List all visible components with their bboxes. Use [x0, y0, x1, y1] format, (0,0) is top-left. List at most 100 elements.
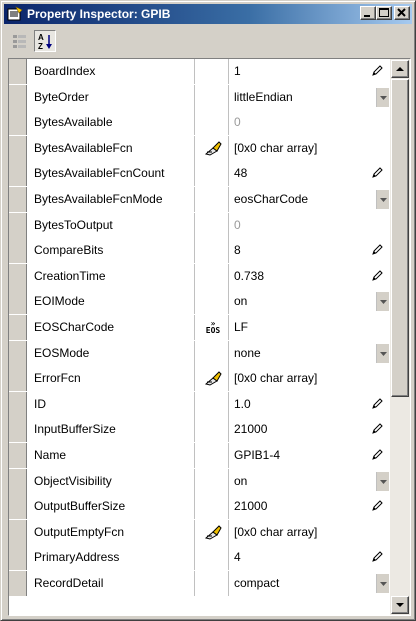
- window-title: Property Inspector: GPIB: [27, 7, 171, 21]
- property-value[interactable]: 4: [229, 545, 389, 571]
- pencil-edit-icon[interactable]: [371, 65, 383, 77]
- property-row[interactable]: ObjectVisibility on: [9, 468, 389, 494]
- property-value-text: 21000: [234, 499, 268, 514]
- property-row[interactable]: EOSMode none: [9, 340, 389, 366]
- property-row[interactable]: BytesAvailable 0: [9, 110, 389, 136]
- pencil-edit-icon[interactable]: [371, 423, 383, 435]
- property-row[interactable]: BytesAvailableFcnMode eosCharCode: [9, 187, 389, 212]
- property-value-text: compact: [234, 576, 280, 590]
- property-row[interactable]: BytesAvailableFcnCount 48: [9, 161, 389, 187]
- property-row[interactable]: ID 1.0: [9, 391, 389, 417]
- row-gutter: [9, 494, 27, 520]
- minimize-button[interactable]: [360, 6, 376, 20]
- property-value[interactable]: eosCharCode: [229, 187, 389, 212]
- row-gutter: [9, 315, 27, 340]
- row-gutter: [9, 161, 27, 187]
- close-icon: [397, 8, 406, 17]
- property-value[interactable]: on: [229, 468, 389, 494]
- pencil-edit-icon[interactable]: [371, 398, 383, 410]
- property-value[interactable]: 8: [229, 238, 389, 264]
- dropdown-button[interactable]: [376, 292, 389, 312]
- categorized-view-button[interactable]: [9, 30, 31, 52]
- property-value[interactable]: none: [229, 340, 389, 366]
- property-value[interactable]: [0x0 char array]: [229, 366, 389, 392]
- property-button-cell: [195, 340, 229, 366]
- property-row[interactable]: EOSCharCode » EOS LF: [9, 315, 389, 340]
- dropdown-button[interactable]: [376, 190, 389, 209]
- property-name: OutputBufferSize: [27, 494, 195, 520]
- property-inspector-window: Property Inspector: GPIB A Z BoardIndex …: [0, 0, 416, 621]
- property-name: CompareBits: [27, 238, 195, 264]
- property-value-text: littleEndian: [234, 89, 293, 104]
- pencil-edit-icon[interactable]: [371, 270, 383, 282]
- property-value[interactable]: LF: [229, 315, 389, 340]
- row-gutter: [9, 468, 27, 494]
- property-name: CreationTime: [27, 263, 195, 289]
- pencil-edit-icon[interactable]: [371, 167, 383, 179]
- property-button-cell: [195, 59, 229, 84]
- property-row[interactable]: Name GPIB1-4: [9, 443, 389, 468]
- close-button[interactable]: [394, 6, 410, 20]
- property-row[interactable]: BoardIndex 1: [9, 59, 389, 84]
- property-name: RecordDetail: [27, 571, 195, 596]
- property-value[interactable]: 1.0: [229, 391, 389, 417]
- property-list: BoardIndex 1 ByteOrder littleEndian BytesAva…: [9, 59, 389, 615]
- property-name: ByteOrder: [27, 84, 195, 110]
- property-value[interactable]: [0x0 char array]: [229, 135, 389, 161]
- property-row[interactable]: PrimaryAddress 4: [9, 545, 389, 571]
- property-row[interactable]: BytesToOutput 0: [9, 212, 389, 238]
- dropdown-button[interactable]: [376, 574, 389, 593]
- property-row[interactable]: CreationTime 0.738: [9, 263, 389, 289]
- scroll-up-button[interactable]: [391, 60, 409, 78]
- property-value[interactable]: littleEndian: [229, 84, 389, 110]
- property-value[interactable]: on: [229, 289, 389, 315]
- property-value[interactable]: GPIB1-4: [229, 443, 389, 468]
- property-value[interactable]: [0x0 char array]: [229, 519, 389, 545]
- property-value[interactable]: 21000: [229, 494, 389, 520]
- chevron-down-icon: [380, 198, 387, 202]
- maximize-button[interactable]: [376, 6, 392, 20]
- sort-alphabetical-button[interactable]: A Z: [34, 30, 56, 52]
- callback-editor-icon[interactable]: [204, 524, 222, 540]
- property-value-text: on: [234, 473, 248, 488]
- property-name: BytesAvailableFcn: [27, 135, 195, 161]
- minimize-icon: [364, 15, 370, 17]
- property-row[interactable]: ByteOrder littleEndian: [9, 84, 389, 110]
- scrollbar-thumb[interactable]: [391, 79, 409, 397]
- property-row[interactable]: OutputBufferSize 21000: [9, 494, 389, 520]
- dropdown-button[interactable]: [376, 343, 389, 363]
- property-value[interactable]: 48: [229, 161, 389, 187]
- property-row[interactable]: EOIMode on: [9, 289, 389, 315]
- dropdown-button[interactable]: [376, 87, 389, 107]
- callback-editor-icon[interactable]: [204, 370, 222, 386]
- pencil-edit-icon[interactable]: [371, 449, 383, 461]
- property-row[interactable]: RecordDetail compact: [9, 571, 389, 596]
- vertical-scrollbar[interactable]: [390, 59, 410, 615]
- callback-editor-icon[interactable]: [204, 140, 222, 156]
- property-button-cell: [195, 289, 229, 315]
- eos-char-code-icon[interactable]: » EOS: [203, 320, 223, 335]
- sort-alphabetical-icon: A Z: [38, 33, 52, 51]
- scroll-down-button[interactable]: [391, 596, 409, 614]
- title-bar[interactable]: Property Inspector: GPIB: [4, 4, 412, 24]
- property-button-cell: [195, 161, 229, 187]
- pencil-edit-icon[interactable]: [371, 500, 383, 512]
- row-gutter: [9, 417, 27, 443]
- property-value[interactable]: 0.738: [229, 263, 389, 289]
- dropdown-button[interactable]: [376, 471, 389, 491]
- pencil-edit-icon[interactable]: [371, 244, 383, 256]
- property-value[interactable]: 1: [229, 59, 389, 84]
- property-inspector-app-icon: [7, 6, 23, 21]
- property-row[interactable]: InputBufferSize 21000: [9, 417, 389, 443]
- property-value[interactable]: compact: [229, 571, 389, 596]
- row-gutter: [9, 110, 27, 136]
- property-value[interactable]: 21000: [229, 417, 389, 443]
- arrow-up-icon: [396, 67, 404, 71]
- property-row[interactable]: BytesAvailableFcn [0x0 char array]: [9, 135, 389, 161]
- property-row[interactable]: OutputEmptyFcn [0x0 char array]: [9, 519, 389, 545]
- pencil-edit-icon[interactable]: [371, 551, 383, 563]
- property-row[interactable]: CompareBits 8: [9, 238, 389, 264]
- property-button-cell: [195, 366, 229, 392]
- row-gutter: [9, 187, 27, 212]
- property-row[interactable]: ErrorFcn [0x0 char array]: [9, 366, 389, 392]
